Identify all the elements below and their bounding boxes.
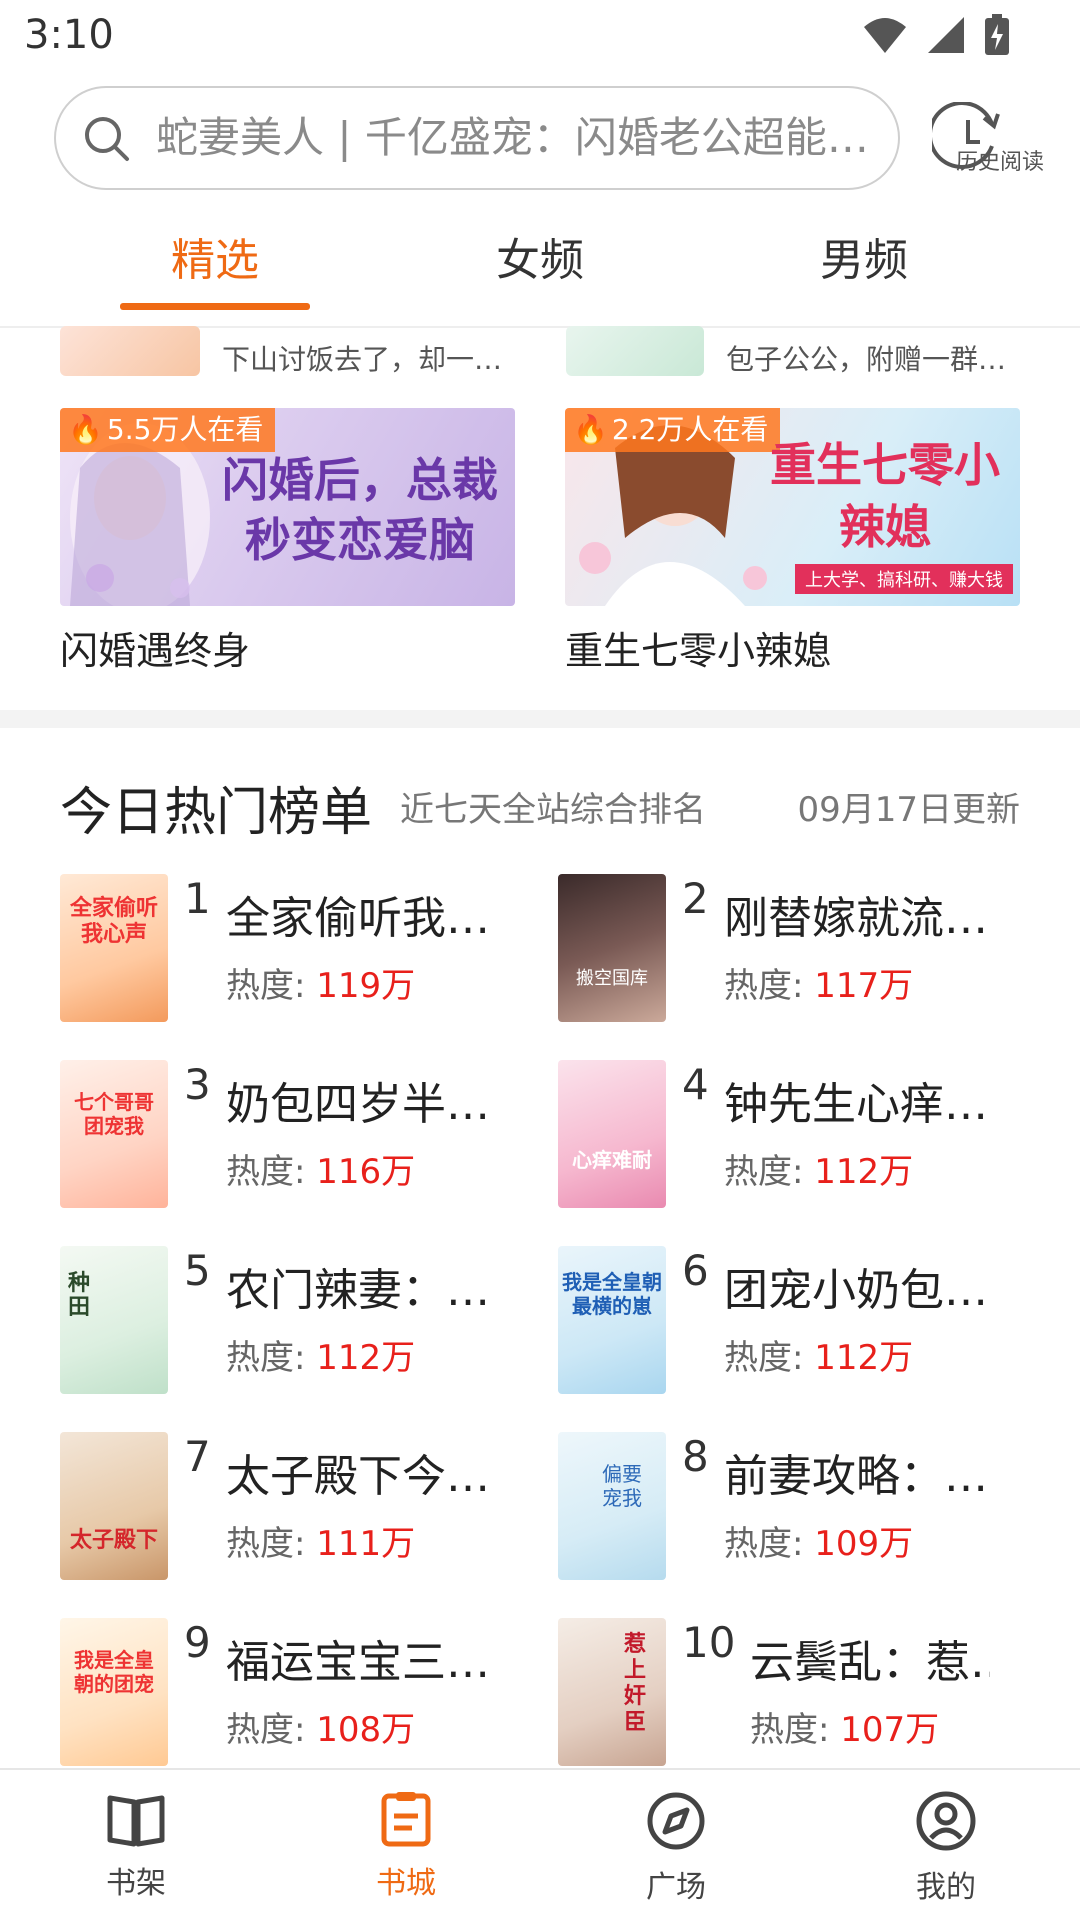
ranking-item[interactable]: 太子殿下 7 太子殿下今… 热度: 111万 xyxy=(60,1432,500,1582)
ranking-subtitle: 近七天全站综合排名 xyxy=(400,790,706,830)
book-title[interactable]: 农门辣妻：… xyxy=(226,1254,486,1318)
fire-icon: 🔥 xyxy=(573,413,608,446)
book-title[interactable]: 太子殿下今… xyxy=(226,1440,486,1504)
heat-info: 热度: 112万 xyxy=(226,1338,416,1378)
book-cover[interactable]: 七个哥哥团宠我 xyxy=(60,1060,168,1208)
heat-info: 热度: 116万 xyxy=(226,1152,416,1192)
tab-featured[interactable]: 精选 xyxy=(115,224,315,288)
history-label: 历史阅读 xyxy=(956,150,1045,175)
book-cover[interactable]: 我是全皇朝的团宠 xyxy=(60,1618,168,1766)
nav-bookshelf[interactable]: 书架 xyxy=(66,1790,206,1902)
status-bar: 3:10 xyxy=(0,0,1080,75)
history-button[interactable]: 历史阅读 xyxy=(932,102,1052,182)
book-title[interactable]: 刚替嫁就流… xyxy=(724,882,984,946)
book-cover[interactable]: 心痒难耐 xyxy=(558,1060,666,1208)
book-title[interactable]: 全家偷听我… xyxy=(226,882,486,946)
banner-label[interactable]: 重生七零小辣媳 xyxy=(565,620,831,675)
book-cover[interactable] xyxy=(60,326,200,376)
book-cover[interactable]: 太子殿下 xyxy=(60,1432,168,1580)
ranking-item[interactable]: 心痒难耐 4 钟先生心痒… 热度: 112万 xyxy=(558,1060,998,1210)
viewer-count-badge: 🔥 2.2万人在看 xyxy=(565,408,781,452)
book-title[interactable]: 福运宝宝三… xyxy=(226,1626,486,1690)
book-cover[interactable]: 我是全皇朝最横的崽 xyxy=(558,1246,666,1394)
heat-info: 热度: 119万 xyxy=(226,966,416,1006)
rank-number: 5 xyxy=(184,1246,211,1295)
ranking-title: 今日热门榜单 xyxy=(60,783,373,843)
book-open-icon xyxy=(107,1795,165,1847)
book-title[interactable]: 团宠小奶包… xyxy=(724,1254,984,1318)
profile-icon xyxy=(916,1791,976,1851)
tab-female[interactable]: 女频 xyxy=(440,224,640,288)
ranking-date: 09月17日更新 xyxy=(797,790,1020,830)
book-description: 下山讨饭去了，却一… xyxy=(222,343,503,376)
banner-art-title: 重生七零小辣媳 xyxy=(770,438,1000,554)
ranking-item[interactable]: 偏要宠我 8 前妻攻略：… 热度: 109万 xyxy=(558,1432,998,1582)
rank-number: 7 xyxy=(184,1432,211,1481)
rank-number: 3 xyxy=(184,1060,211,1109)
battery-icon xyxy=(985,14,1009,55)
banner-card[interactable]: 🔥 2.2万人在看 重生七零小辣媳 上大学、搞科研、赚大钱 xyxy=(565,408,1020,606)
book-title[interactable]: 钟先生心痒… xyxy=(724,1068,984,1132)
ranking-item[interactable]: 种田 5 农门辣妻：… 热度: 112万 xyxy=(60,1246,500,1396)
book-cover[interactable]: 全家偷听 我心声 xyxy=(60,874,168,1022)
fire-icon: 🔥 xyxy=(68,413,103,446)
book-cover[interactable]: 种田 xyxy=(60,1246,168,1394)
book-title[interactable]: 奶包四岁半… xyxy=(226,1068,486,1132)
heat-info: 热度: 111万 xyxy=(226,1524,416,1564)
search-bar[interactable]: 蛇妻美人 | 千亿盛宠：闪婚老公超能… xyxy=(54,86,900,190)
book-description: 包子公公，附赠一群… xyxy=(726,343,1007,376)
status-time: 3:10 xyxy=(24,12,114,58)
book-cover[interactable]: 惹上奸臣 xyxy=(558,1618,666,1766)
book-cover[interactable]: 偏要宠我 xyxy=(558,1432,666,1580)
search-icon xyxy=(85,117,129,161)
ranking-item[interactable]: 七个哥哥团宠我 3 奶包四岁半… 热度: 116万 xyxy=(60,1060,500,1210)
rank-number: 1 xyxy=(184,874,211,923)
heat-info: 热度: 107万 xyxy=(750,1710,940,1750)
wifi-icon xyxy=(864,18,906,53)
rank-number: 8 xyxy=(682,1432,709,1481)
rank-number: 6 xyxy=(682,1246,709,1295)
nav-profile[interactable]: 我的 xyxy=(876,1790,1016,1906)
ranking-item[interactable]: 惹上奸臣 10 云鬓乱：惹… 热度: 107万 xyxy=(558,1618,998,1768)
ranking-item[interactable]: 我是全皇朝最横的崽 6 团宠小奶包… 热度: 112万 xyxy=(558,1246,998,1396)
heat-info: 热度: 112万 xyxy=(724,1338,914,1378)
book-cover[interactable]: 搬空国库 xyxy=(558,874,666,1022)
search-placeholder[interactable]: 蛇妻美人 | 千亿盛宠：闪婚老公超能… xyxy=(156,88,886,188)
viewer-count-badge: 🔥 5.5万人在看 xyxy=(60,408,276,452)
rank-number: 9 xyxy=(184,1618,211,1667)
nav-bookstore[interactable]: 书城 xyxy=(336,1790,476,1902)
ranking-item[interactable]: 我是全皇朝的团宠 9 福运宝宝三… 热度: 108万 xyxy=(60,1618,500,1768)
banner-label[interactable]: 闪婚遇终身 xyxy=(60,620,250,675)
ranking-item[interactable]: 搬空国库 2 刚替嫁就流… 热度: 117万 xyxy=(558,874,998,1024)
rank-number: 2 xyxy=(682,874,709,923)
nav-plaza[interactable]: 广场 xyxy=(606,1790,746,1906)
heat-info: 热度: 112万 xyxy=(724,1152,914,1192)
heat-info: 热度: 109万 xyxy=(724,1524,914,1564)
heat-info: 热度: 117万 xyxy=(724,966,914,1006)
active-tab-indicator xyxy=(120,303,310,310)
store-icon xyxy=(381,1792,431,1847)
section-divider xyxy=(0,710,1080,728)
signal-icon xyxy=(928,17,964,53)
rank-number: 4 xyxy=(682,1060,709,1109)
ranking-item[interactable]: 全家偷听 我心声 1 全家偷听我… 热度: 119万 xyxy=(60,874,500,1024)
tab-male[interactable]: 男频 xyxy=(764,224,964,288)
banner-art-title: 闪婚后，总裁秒变恋爱脑 xyxy=(222,453,498,567)
compass-icon xyxy=(647,1792,705,1850)
heat-info: 热度: 108万 xyxy=(226,1710,416,1750)
bottom-navigation: 书架 书城 广场 我的 xyxy=(0,1768,1080,1920)
book-title[interactable]: 云鬓乱：惹… xyxy=(750,1626,990,1690)
book-cover[interactable] xyxy=(566,326,704,376)
category-tabs: 精选 女频 男频 xyxy=(0,224,1080,324)
book-title[interactable]: 前妻攻略：… xyxy=(724,1440,984,1504)
status-icons xyxy=(862,14,1010,56)
banner-card[interactable]: 🔥 5.5万人在看 闪婚后，总裁秒变恋爱脑 xyxy=(60,408,515,606)
rank-number: 10 xyxy=(682,1618,736,1667)
banner-art-subtitle: 上大学、搞科研、赚大钱 xyxy=(795,564,1013,594)
